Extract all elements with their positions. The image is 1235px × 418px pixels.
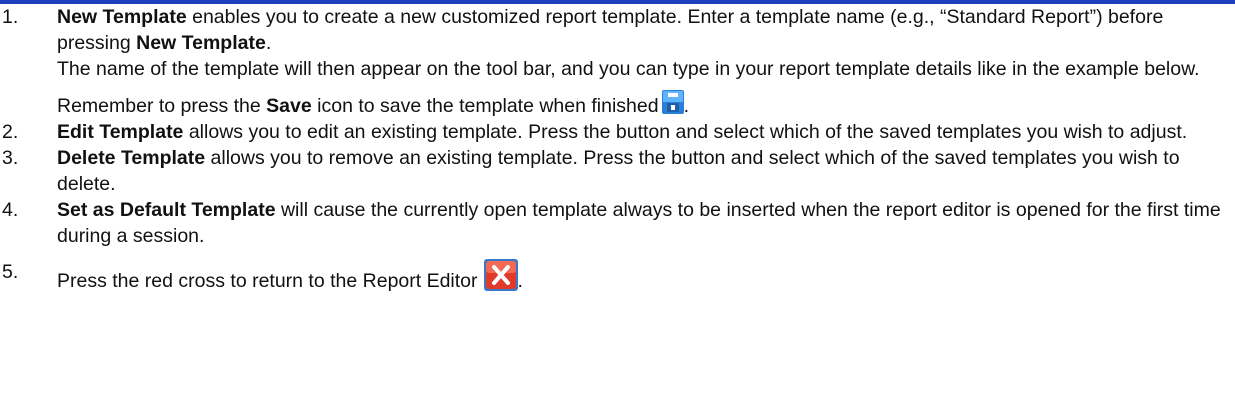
item-text: icon to save the template when finished <box>311 95 659 117</box>
item-paragraph: Press the red cross to return to the Rep… <box>57 259 1235 294</box>
term-new-template-2: New Template <box>136 32 266 54</box>
term-delete-template: Delete Template <box>57 147 206 169</box>
item-text: . <box>265 32 272 54</box>
term-save: Save <box>266 95 312 117</box>
list-item: 3. Delete Template allows you to remove … <box>0 145 1235 197</box>
item-text: allows you to edit an existing template.… <box>183 121 1188 143</box>
term-edit-template: Edit Template <box>57 121 184 143</box>
instructions-list: 1. New Template enables you to create a … <box>0 4 1235 294</box>
item-paragraph: New Template enables you to create a new… <box>57 4 1235 56</box>
item-number: 4. <box>2 199 19 221</box>
term-new-template: New Template <box>57 6 187 28</box>
item-text: . <box>683 95 690 117</box>
item-paragraph-2: The name of the template will then appea… <box>57 58 1200 80</box>
list-item: 1. New Template enables you to create a … <box>0 4 1235 119</box>
item-paragraph: Edit Template allows you to edit an exis… <box>57 119 1235 145</box>
item-text: . <box>517 270 523 292</box>
list-item: 5. Press the red cross to return to the … <box>0 259 1235 294</box>
save-instruction: Remember to press the Save icon to save … <box>57 90 1235 119</box>
item-paragraph: Set as Default Template will cause the c… <box>57 197 1235 249</box>
item-text: allows you to remove an existing templat… <box>57 147 1180 195</box>
term-set-default-template: Set as Default Template <box>57 199 276 221</box>
item-number: 3. <box>2 147 19 169</box>
item-number: 5. <box>2 261 19 283</box>
list-item: 2. Edit Template allows you to edit an e… <box>0 119 1235 145</box>
item-paragraph: Delete Template allows you to remove an … <box>57 145 1235 197</box>
item-number: 2. <box>2 121 19 143</box>
close-icon <box>483 259 518 291</box>
item-text: Press the red cross to return to the Rep… <box>57 270 478 292</box>
item-number: 1. <box>2 6 19 28</box>
save-icon <box>661 90 684 114</box>
item-text: Remember to press the <box>57 95 267 117</box>
list-item: 4. Set as Default Template will cause th… <box>0 197 1235 249</box>
